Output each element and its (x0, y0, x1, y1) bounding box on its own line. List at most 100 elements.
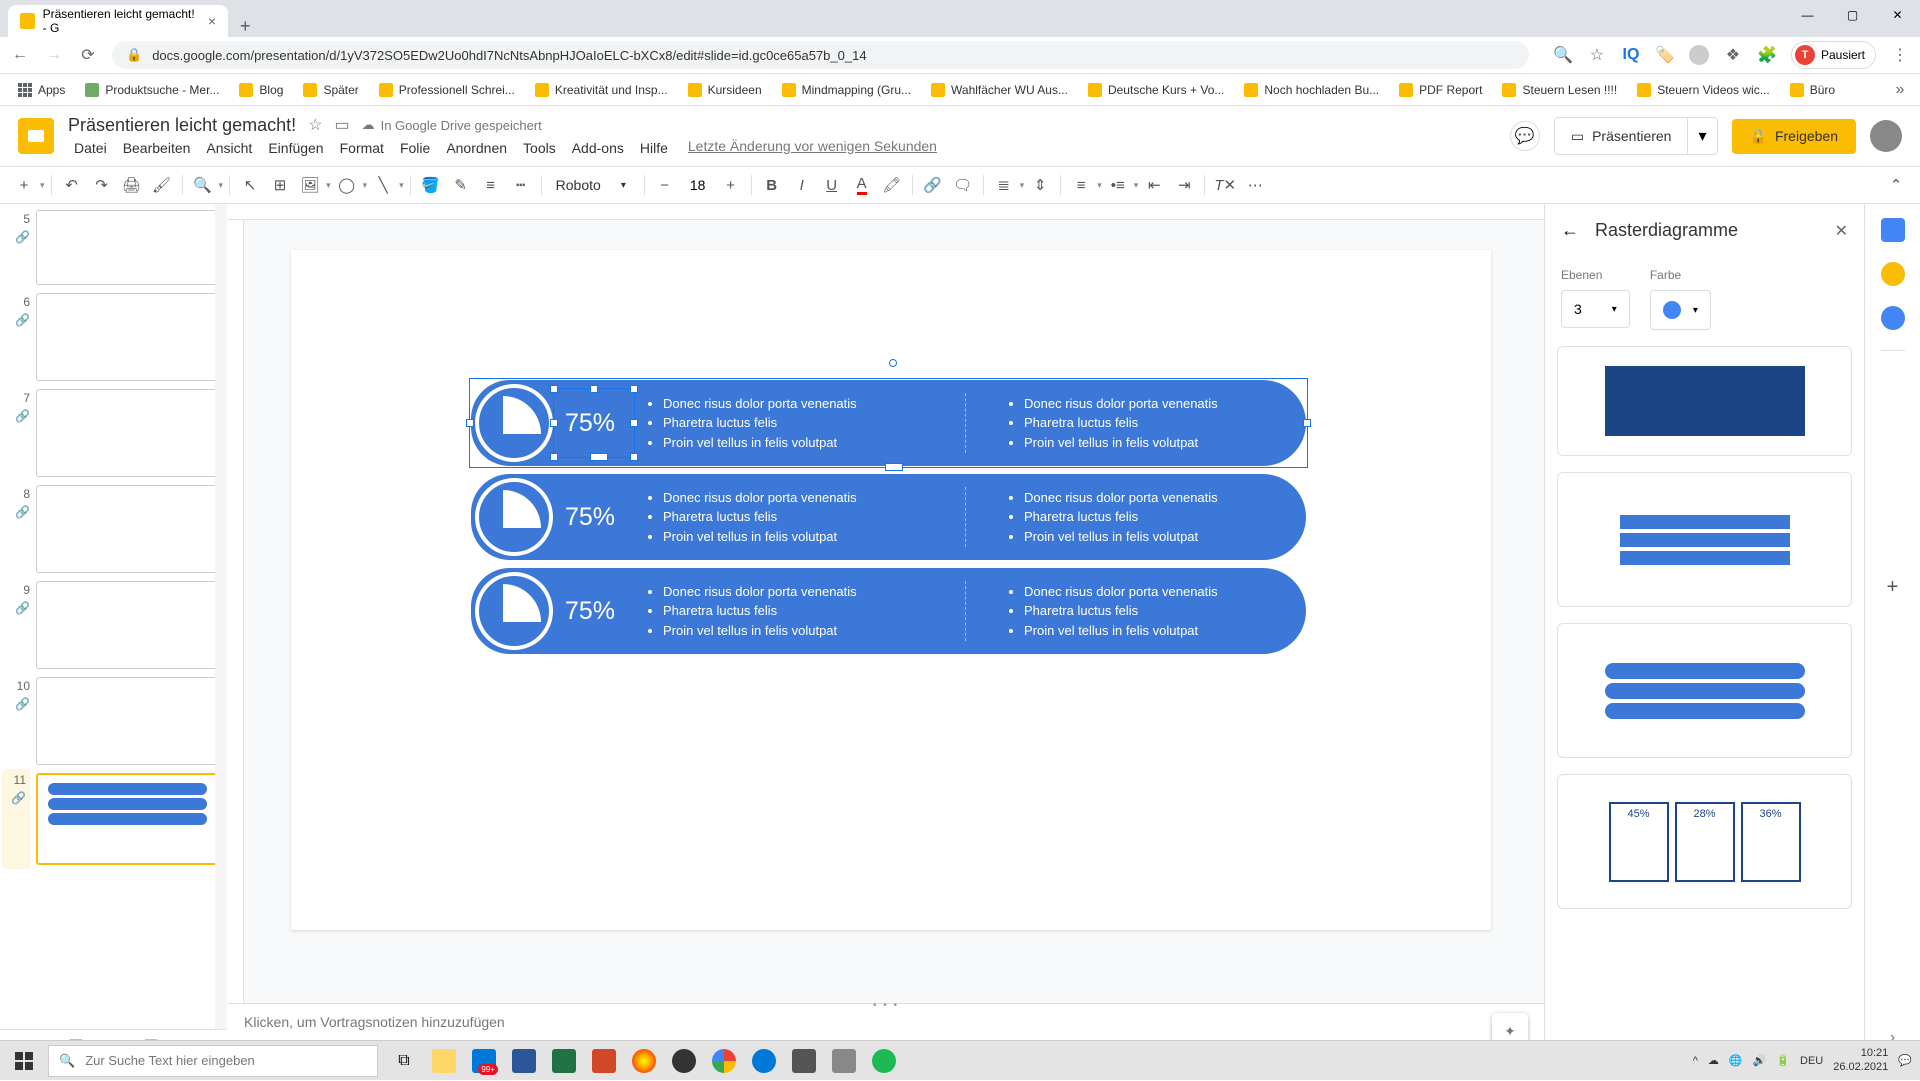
diagram-template[interactable] (1557, 472, 1852, 607)
star-icon[interactable]: ☆ (308, 115, 322, 135)
clear-format-button[interactable]: T✕ (1211, 171, 1239, 199)
extension-icon[interactable]: IQ (1621, 45, 1641, 65)
calendar-icon[interactable] (1881, 218, 1905, 242)
bookmark-item[interactable]: Professionell Schrei... (371, 83, 523, 97)
comments-button[interactable]: 💬 (1510, 121, 1540, 151)
maximize-button[interactable]: ▢ (1830, 0, 1875, 30)
extension-icon[interactable] (1689, 45, 1709, 65)
extension-icon[interactable]: ❖ (1723, 45, 1743, 65)
slide-thumbnail-6[interactable] (36, 293, 219, 381)
taskbar-search[interactable]: 🔍Zur Suche Text hier eingeben (48, 1045, 378, 1077)
tray-expand-icon[interactable]: ^ (1693, 1055, 1698, 1067)
diagram-row[interactable]: 75% Donec risus dolor porta venenatisPha… (471, 474, 1306, 560)
shape-tool[interactable]: ◯ (333, 171, 361, 199)
menu-folie[interactable]: Folie (394, 138, 436, 158)
close-panel-button[interactable]: ✕ (1835, 221, 1848, 241)
more-button[interactable]: ⋯ (1241, 171, 1269, 199)
slide-thumbnail-8[interactable] (36, 485, 219, 573)
line-tool[interactable]: ╲ (369, 171, 397, 199)
bookmark-item[interactable]: Produktsuche - Mer... (77, 83, 227, 97)
bookmark-item[interactable]: Mindmapping (Gru... (774, 83, 919, 97)
profile-pause-badge[interactable]: T Pausiert (1791, 41, 1876, 69)
print-button[interactable]: 🖨 (118, 171, 146, 199)
browser-tab[interactable]: Präsentieren leicht gemacht! - G × (8, 5, 228, 37)
zoom-icon[interactable]: 🔍 (1553, 45, 1573, 65)
minimize-button[interactable]: — (1785, 0, 1830, 30)
star-icon[interactable]: ☆ (1587, 45, 1607, 65)
menu-hilfe[interactable]: Hilfe (634, 138, 674, 158)
image-tool[interactable]: 🖼 (296, 171, 324, 199)
tray-battery-icon[interactable]: 🔋 (1776, 1054, 1790, 1067)
last-edit-label[interactable]: Letzte Änderung vor wenigen Sekunden (688, 138, 937, 158)
collapse-toolbar-button[interactable]: ⌃ (1882, 171, 1910, 199)
taskbar-app[interactable] (504, 1041, 544, 1081)
bookmark-item[interactable]: Büro (1782, 83, 1843, 97)
new-slide-button[interactable]: + (10, 171, 38, 199)
back-button[interactable]: ← (10, 46, 30, 64)
thumbnail-scrollbar[interactable] (215, 204, 227, 1029)
task-view-button[interactable]: ⧉ (384, 1041, 424, 1081)
color-select[interactable]: ▾ (1650, 290, 1711, 330)
taskbar-clock[interactable]: 10:21 26.02.2021 (1833, 1047, 1888, 1073)
highlight-button[interactable]: 🖍 (878, 171, 906, 199)
text-color-button[interactable]: A (848, 171, 876, 199)
taskbar-app[interactable] (584, 1041, 624, 1081)
slide-thumbnail-11[interactable] (36, 773, 219, 865)
taskbar-app[interactable] (544, 1041, 584, 1081)
taskbar-app[interactable] (424, 1041, 464, 1081)
share-button[interactable]: 🔒Freigeben (1732, 119, 1856, 154)
percent-label[interactable]: 75% (565, 597, 625, 626)
comment-button[interactable]: 🗨 (949, 171, 977, 199)
bookmark-item[interactable]: Noch hochladen Bu... (1236, 83, 1387, 97)
zoom-button[interactable]: 🔍 (189, 171, 217, 199)
horizontal-ruler[interactable] (228, 204, 1544, 220)
tray-network-icon[interactable]: 🌐 (1729, 1054, 1743, 1067)
indent-increase-button[interactable]: ⇥ (1170, 171, 1198, 199)
back-button[interactable]: ← (1561, 220, 1579, 241)
menu-ansicht[interactable]: Ansicht (200, 138, 258, 158)
slides-logo-icon[interactable] (18, 118, 54, 154)
taskbar-app[interactable] (784, 1041, 824, 1081)
slide-thumbnail-10[interactable] (36, 677, 219, 765)
bookmark-item[interactable]: Kursideen (680, 83, 770, 97)
border-weight-button[interactable]: ≡ (477, 171, 505, 199)
font-family-select[interactable]: Roboto▾ (548, 177, 638, 193)
rotate-handle[interactable] (889, 359, 897, 367)
numbered-list-button[interactable]: ≡ (1067, 171, 1095, 199)
paint-format-button[interactable]: 🖌 (148, 171, 176, 199)
tray-cloud-icon[interactable]: ☁ (1708, 1054, 1719, 1067)
taskbar-app[interactable] (664, 1041, 704, 1081)
keep-icon[interactable] (1881, 262, 1905, 286)
close-window-button[interactable]: ✕ (1875, 0, 1920, 30)
new-tab-button[interactable]: + (228, 16, 263, 37)
border-dash-button[interactable]: ┅ (507, 171, 535, 199)
bold-button[interactable]: B (758, 171, 786, 199)
line-spacing-button[interactable]: ⇕ (1026, 171, 1054, 199)
menu-tools[interactable]: Tools (517, 138, 562, 158)
percent-label[interactable]: 75% (565, 503, 625, 532)
menu-einfuegen[interactable]: Einfügen (262, 138, 329, 158)
present-dropdown[interactable]: ▾ (1688, 118, 1716, 154)
menu-datei[interactable]: Datei (68, 138, 113, 158)
bookmark-item[interactable]: Steuern Videos wic... (1629, 83, 1778, 97)
taskbar-app[interactable] (864, 1041, 904, 1081)
menu-format[interactable]: Format (334, 138, 390, 158)
slide-thumbnail-7[interactable] (36, 389, 219, 477)
bookmark-item[interactable]: Später (295, 83, 366, 97)
extensions-menu-icon[interactable]: 🧩 (1757, 45, 1777, 65)
percent-label[interactable]: 75% (565, 409, 625, 438)
menu-addons[interactable]: Add-ons (566, 138, 630, 158)
document-title[interactable]: Präsentieren leicht gemacht! (68, 115, 296, 136)
slide-thumbnail-9[interactable] (36, 581, 219, 669)
bookmark-apps[interactable]: Apps (10, 83, 73, 97)
extension-icon[interactable]: 🏷️ (1655, 45, 1675, 65)
font-size-value[interactable]: 18 (683, 177, 713, 193)
diagram-row[interactable]: 75% Donec risus dolor porta venenatisPha… (471, 568, 1306, 654)
bookmark-item[interactable]: Blog (231, 83, 291, 97)
bookmark-item[interactable]: Steuern Lesen !!!! (1494, 83, 1625, 97)
italic-button[interactable]: I (788, 171, 816, 199)
add-addon-button[interactable]: + (1887, 576, 1899, 599)
move-icon[interactable]: ▭ (334, 115, 349, 135)
undo-button[interactable]: ↶ (58, 171, 86, 199)
diagram-template[interactable] (1557, 346, 1852, 456)
